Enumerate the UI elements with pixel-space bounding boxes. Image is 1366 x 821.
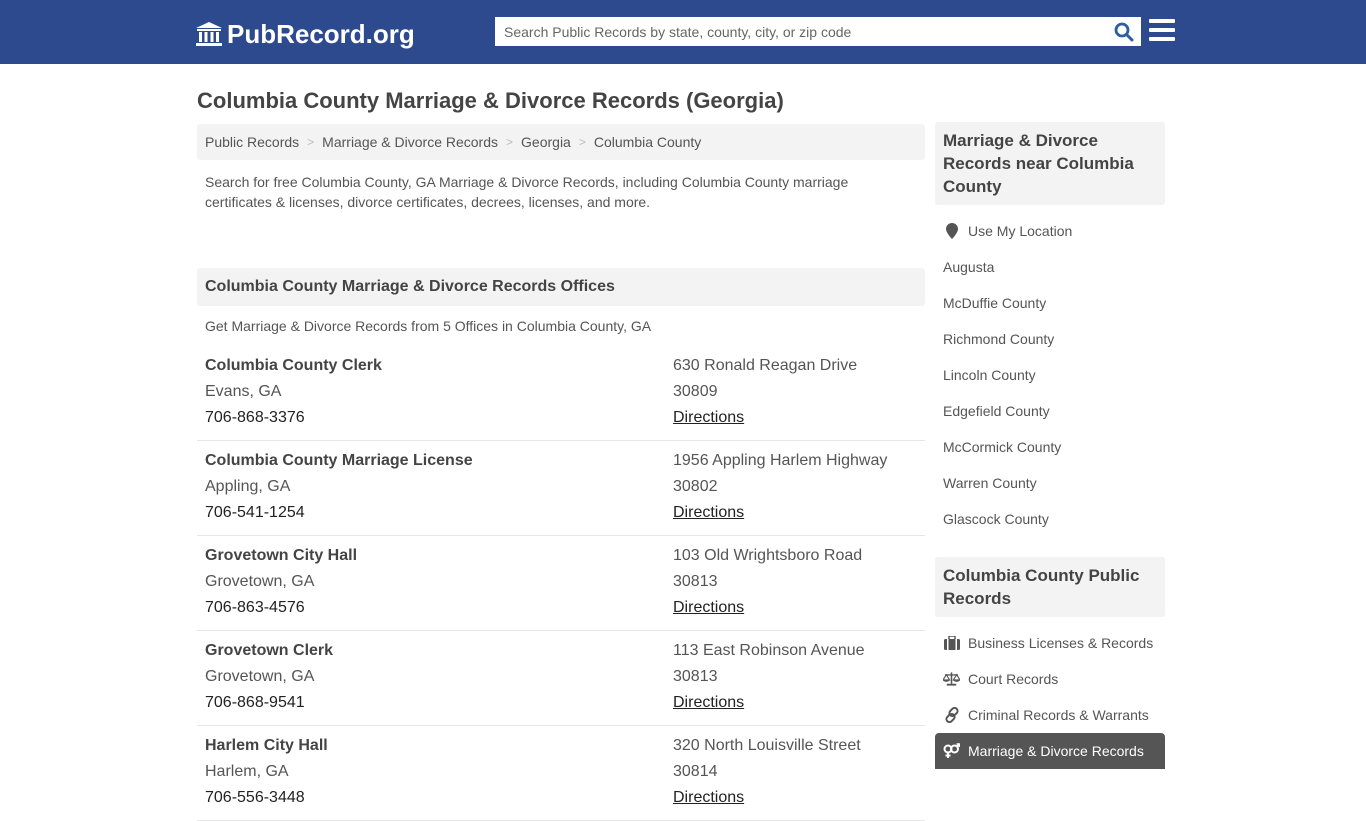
office-name: Columbia County Marriage License xyxy=(205,452,473,469)
office-zip: 30802 xyxy=(673,478,718,495)
office-name: Harlem City Hall xyxy=(205,737,328,754)
breadcrumb-public-records[interactable]: Public Records xyxy=(205,134,299,150)
office-item: Harlem City Hall Harlem, GA 706-556-3448… xyxy=(197,726,925,821)
directions-link[interactable]: Directions xyxy=(673,789,744,806)
use-my-location-label: Use My Location xyxy=(968,223,1073,239)
search-bar xyxy=(495,17,1141,46)
search-button[interactable] xyxy=(1108,18,1140,45)
office-address: 113 East Robinson Avenue xyxy=(673,642,865,659)
sidebar-item-court-records[interactable]: Court Records xyxy=(935,661,1165,697)
nearby-item-warren-county[interactable]: Warren County xyxy=(935,465,1165,501)
breadcrumb-columbia-county[interactable]: Columbia County xyxy=(594,134,701,150)
nearby-item-richmond-county[interactable]: Richmond County xyxy=(935,321,1165,357)
sidebar-item-criminal-records[interactable]: Criminal Records & Warrants xyxy=(935,697,1165,733)
office-name: Grovetown Clerk xyxy=(205,642,334,659)
sidebar: Marriage & Divorce Records near Columbia… xyxy=(935,122,1165,777)
office-city: Grovetown, GA xyxy=(205,668,315,685)
nearby-heading: Marriage & Divorce Records near Columbia… xyxy=(935,122,1165,205)
office-zip: 30813 xyxy=(673,668,718,685)
office-address: 630 Ronald Reagan Drive xyxy=(673,357,858,374)
nearby-item-augusta[interactable]: Augusta xyxy=(935,249,1165,285)
top-navbar: PubRecord.org xyxy=(0,0,1366,64)
breadcrumb-marriage-divorce[interactable]: Marriage & Divorce Records xyxy=(322,134,498,150)
breadcrumb: Public Records > Marriage & Divorce Reco… xyxy=(197,124,925,160)
search-input[interactable] xyxy=(496,18,1108,45)
map-marker-icon xyxy=(943,223,960,239)
logo-text: PubRecord.org xyxy=(227,18,415,49)
sidebar-item-label: Court Records xyxy=(968,671,1059,687)
offices-subtitle: Get Marriage & Divorce Records from 5 Of… xyxy=(205,318,652,334)
breadcrumb-separator: > xyxy=(578,135,586,149)
public-records-list: Business Licenses & Records Court Record… xyxy=(935,617,1165,777)
office-name: Grovetown City Hall xyxy=(205,547,358,564)
scales-icon xyxy=(943,671,960,687)
nearby-item-mccormick-county[interactable]: McCormick County xyxy=(935,429,1165,465)
site-logo[interactable]: PubRecord.org xyxy=(195,18,415,50)
office-item: Columbia County Marriage License Appling… xyxy=(197,441,925,536)
office-item: Columbia County Clerk Evans, GA 706-868-… xyxy=(197,346,925,441)
directions-link[interactable]: Directions xyxy=(673,409,744,426)
search-icon xyxy=(1114,22,1134,41)
nearby-item-edgefield-county[interactable]: Edgefield County xyxy=(935,393,1165,429)
main-content: Public Records > Marriage & Divorce Reco… xyxy=(197,124,925,821)
menu-bar xyxy=(1149,28,1175,32)
breadcrumb-georgia[interactable]: Georgia xyxy=(521,134,571,150)
office-city: Grovetown, GA xyxy=(205,573,315,590)
office-phone[interactable]: 706-863-4576 xyxy=(205,598,357,624)
breadcrumb-separator: > xyxy=(506,135,514,149)
breadcrumb-separator: > xyxy=(307,135,315,149)
use-my-location-link[interactable]: Use My Location xyxy=(935,213,1165,249)
office-zip: 30814 xyxy=(673,763,718,780)
office-zip: 30813 xyxy=(673,573,718,590)
intro-text: Search for free Columbia County, GA Marr… xyxy=(205,174,849,210)
link-icon xyxy=(943,707,960,723)
briefcase-icon xyxy=(943,635,960,651)
nearby-item-lincoln-county[interactable]: Lincoln County xyxy=(935,357,1165,393)
office-city: Harlem, GA xyxy=(205,763,289,780)
nearby-item-glascock-county[interactable]: Glascock County xyxy=(935,501,1165,537)
directions-link[interactable]: Directions xyxy=(673,504,744,521)
office-city: Evans, GA xyxy=(205,383,282,400)
office-address: 1956 Appling Harlem Highway xyxy=(673,452,888,469)
offices-heading: Columbia County Marriage & Divorce Recor… xyxy=(197,268,925,306)
office-phone[interactable]: 706-556-3448 xyxy=(205,788,328,814)
hamburger-menu-button[interactable] xyxy=(1149,19,1175,41)
office-item: Grovetown Clerk Grovetown, GA 706-868-95… xyxy=(197,631,925,726)
sidebar-item-label: Marriage & Divorce Records xyxy=(968,743,1144,759)
office-name: Columbia County Clerk xyxy=(205,357,382,374)
office-zip: 30809 xyxy=(673,383,718,400)
menu-bar xyxy=(1149,19,1175,23)
office-item: Grovetown City Hall Grovetown, GA 706-86… xyxy=(197,536,925,631)
courthouse-icon xyxy=(196,22,222,46)
office-phone[interactable]: 706-541-1254 xyxy=(205,503,473,529)
page-title: Columbia County Marriage & Divorce Recor… xyxy=(197,88,784,113)
office-city: Appling, GA xyxy=(205,478,291,495)
menu-bar xyxy=(1149,37,1175,41)
venus-mars-icon xyxy=(943,743,960,759)
public-records-heading: Columbia County Public Records xyxy=(935,557,1165,617)
sidebar-item-business-licenses[interactable]: Business Licenses & Records xyxy=(935,625,1165,661)
office-address: 103 Old Wrightsboro Road xyxy=(673,547,863,564)
office-phone[interactable]: 706-868-3376 xyxy=(205,408,382,434)
directions-link[interactable]: Directions xyxy=(673,599,744,616)
office-address: 320 North Louisville Street xyxy=(673,737,861,754)
sidebar-item-label: Criminal Records & Warrants xyxy=(968,707,1149,723)
sidebar-item-label: Business Licenses & Records xyxy=(968,635,1154,651)
nearby-list: Use My Location Augusta McDuffie County … xyxy=(935,205,1165,545)
sidebar-item-marriage-divorce[interactable]: Marriage & Divorce Records xyxy=(935,733,1165,769)
office-phone[interactable]: 706-868-9541 xyxy=(205,693,333,719)
directions-link[interactable]: Directions xyxy=(673,694,744,711)
nearby-item-mcduffie-county[interactable]: McDuffie County xyxy=(935,285,1165,321)
